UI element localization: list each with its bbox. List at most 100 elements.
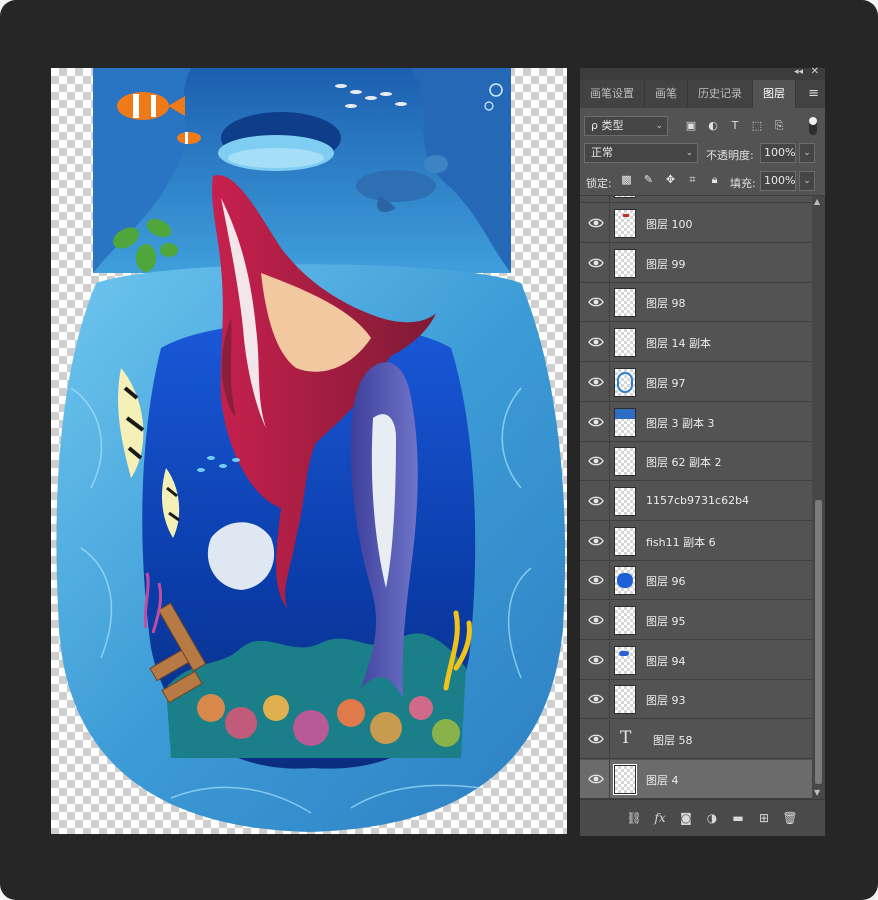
smart-object-filter-icon[interactable]: ⎘ [772, 119, 786, 133]
add-mask-icon[interactable]: ◙ [678, 810, 694, 826]
chevron-down-icon: ⌄ [803, 176, 811, 186]
close-panel-icon[interactable]: ✕ [811, 66, 819, 77]
row-separator [609, 196, 610, 202]
layers-scrollbar[interactable]: ▲ ▼ [812, 196, 825, 799]
fill-input[interactable]: 100% [760, 171, 796, 191]
opacity-slider-button[interactable]: ⌄ [799, 143, 815, 163]
layer-row[interactable]: 图层 93 [580, 680, 812, 720]
layer-kind-label: ρ 类型 [591, 119, 624, 132]
visibility-eye-icon[interactable] [588, 295, 604, 309]
fill-slider-button[interactable]: ⌄ [799, 171, 815, 191]
chevron-down-icon: ⌄ [685, 148, 693, 158]
visibility-eye-icon[interactable] [588, 494, 604, 508]
layer-name: 图层 62 副本 2 [646, 456, 722, 470]
artwork-image [56, 68, 566, 832]
layer-thumbnail [614, 486, 636, 516]
delete-layer-icon[interactable]: 🗑︎ [782, 810, 798, 826]
lock-all-icon[interactable]: 🔒︎ [708, 173, 721, 187]
new-layer-icon[interactable]: ⊞ [756, 810, 772, 826]
blend-mode-value: 正常 [591, 146, 613, 159]
layers-bottom-bar: ⛓︎ fx ◙ ◑ ▬ ⊞ 🗑︎ [580, 799, 825, 836]
layer-kind-dropdown[interactable]: ρ 类型 ⌄ [584, 116, 668, 136]
chevron-down-icon: ⌄ [803, 148, 811, 158]
new-group-icon[interactable]: ▬ [730, 810, 746, 826]
tab-history[interactable]: 历史记录 [688, 80, 753, 108]
photoshop-window: ◂◂ ✕ 画笔设置 画笔 历史记录 图层 ≡ ρ 类型 ⌄ ▣ ◐ T ⬚ ⎘ [0, 0, 878, 900]
adjustment-layer-icon[interactable]: ◑ [704, 810, 720, 826]
visibility-eye-icon[interactable] [588, 772, 604, 786]
scroll-down-icon[interactable]: ▼ [814, 788, 820, 797]
panel-title-bar: ◂◂ ✕ [580, 66, 825, 80]
layer-row[interactable]: 图层 98 [580, 283, 812, 323]
row-separator [609, 640, 610, 679]
layer-row[interactable] [580, 196, 812, 203]
layer-thumbnail [614, 566, 636, 596]
layer-row[interactable]: 1157cb9731c62b4 [580, 481, 812, 521]
type-filter-icon[interactable]: T [728, 119, 742, 133]
visibility-eye-icon[interactable] [588, 653, 604, 667]
layer-name: 图层 58 [653, 734, 693, 748]
visibility-eye-icon[interactable] [588, 534, 604, 548]
visibility-eye-icon[interactable] [588, 454, 604, 468]
panel-menu-icon[interactable]: ≡ [808, 80, 819, 108]
layer-name: fish11 副本 6 [646, 535, 716, 549]
visibility-eye-icon[interactable] [588, 613, 604, 627]
layer-thumbnail [613, 763, 637, 795]
lock-label: 锁定: [586, 177, 612, 190]
lock-image-pixels-icon[interactable]: ✎ [642, 173, 655, 187]
visibility-eye-icon[interactable] [588, 692, 604, 706]
layer-row[interactable]: T 图层 58 [580, 720, 812, 760]
thumb-content [615, 408, 635, 419]
lock-artboard-icon[interactable]: ⌗ [686, 173, 699, 187]
visibility-eye-icon[interactable] [588, 573, 604, 587]
document-canvas[interactable] [51, 68, 567, 834]
scroll-up-icon[interactable]: ▲ [814, 197, 820, 206]
layer-row[interactable]: 图层 94 [580, 640, 812, 680]
layer-thumbnail [614, 248, 636, 278]
layer-row[interactable]: 图层 99 [580, 243, 812, 283]
blend-row: 正常 ⌄ 不透明度: 100% ⌄ [580, 140, 825, 167]
thumb-content [619, 650, 629, 656]
row-separator [609, 402, 610, 441]
scrollbar-thumb[interactable] [815, 500, 822, 784]
fx-icon[interactable]: fx [652, 810, 668, 826]
lock-position-icon[interactable]: ✥ [664, 173, 677, 187]
layer-row[interactable]: 图层 100 [580, 204, 812, 243]
tab-layers[interactable]: 图层 [753, 80, 796, 108]
opacity-input[interactable]: 100% [760, 143, 796, 163]
layer-name: 图层 14 副本 [646, 337, 711, 351]
layer-name: 图层 94 [646, 654, 686, 668]
visibility-eye-icon[interactable] [588, 415, 604, 429]
filter-toggle-icon[interactable] [809, 117, 817, 135]
visibility-eye-icon[interactable] [588, 256, 604, 270]
layer-row[interactable]: 图层 97 [580, 362, 812, 402]
tab-brushes[interactable]: 画笔 [645, 80, 688, 108]
shape-filter-icon[interactable]: ⬚ [750, 119, 764, 133]
layer-thumbnail [614, 288, 636, 318]
lock-transparent-pixels-icon[interactable]: ▩ [620, 173, 633, 187]
layer-row[interactable]: 图层 4 [580, 759, 812, 799]
visibility-eye-icon[interactable] [588, 335, 604, 349]
adjustment-filter-icon[interactable]: ◐ [706, 119, 720, 133]
row-separator [609, 243, 610, 282]
layer-thumbnail [614, 606, 636, 635]
layer-row[interactable]: 图层 96 [580, 561, 812, 601]
visibility-eye-icon[interactable] [588, 216, 604, 230]
layer-row[interactable]: 图层 3 副本 3 [580, 402, 812, 442]
row-separator [609, 680, 610, 719]
link-layers-icon[interactable]: ⛓︎ [626, 810, 642, 826]
layer-row[interactable]: 图层 62 副本 2 [580, 442, 812, 482]
row-separator [609, 362, 610, 401]
layer-thumbnail [614, 447, 636, 477]
row-separator [609, 521, 610, 560]
layer-row[interactable]: 图层 14 副本 [580, 323, 812, 363]
visibility-eye-icon[interactable] [588, 732, 604, 746]
blend-mode-dropdown[interactable]: 正常 ⌄ [584, 143, 698, 163]
layers-list[interactable]: 图层 100 图层 99 图层 98 图层 14 副本图层 97 图层 3 副本 3 图层… [580, 196, 812, 799]
collapse-panel-icon[interactable]: ◂◂ [794, 67, 803, 77]
visibility-eye-icon[interactable] [588, 375, 604, 389]
tab-brush-settings[interactable]: 画笔设置 [580, 80, 645, 108]
image-filter-icon[interactable]: ▣ [684, 119, 698, 133]
layer-row[interactable]: 图层 95 [580, 601, 812, 640]
layer-row[interactable]: fish11 副本 6 [580, 521, 812, 561]
